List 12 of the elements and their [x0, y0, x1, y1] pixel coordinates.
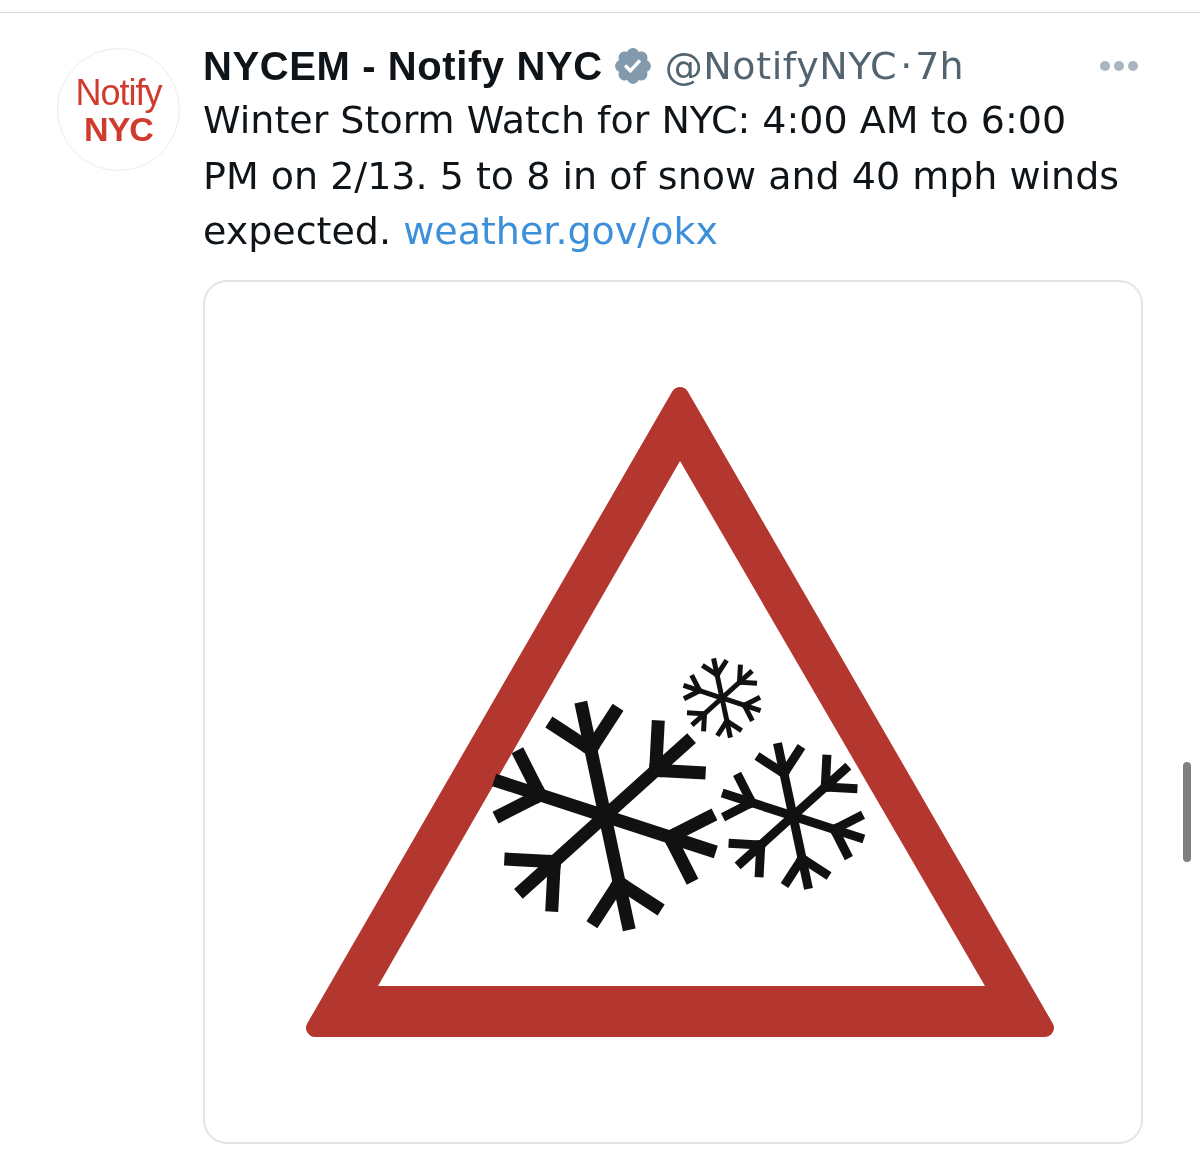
logo-text: Notify — [75, 73, 162, 112]
media-card[interactable] — [203, 279, 1143, 1144]
post-link[interactable]: weather.gov/okx — [403, 209, 718, 253]
snowflake-icon — [721, 742, 865, 889]
post-text: Winter Storm Watch for NYC: 4:00 AM to 6:00 PM on 2/13. 5 to 8 in of snow and 40 mph winds expected. weather.gov/okx — [203, 97, 1121, 255]
author-name[interactable]: NYCEM - Notify NYC — [203, 46, 603, 86]
author-handle[interactable]: @NotifyNYC — [664, 47, 898, 85]
scrollbar-thumb[interactable] — [1183, 762, 1191, 862]
more-icon — [1100, 61, 1138, 71]
avatar[interactable]: Notify NYC — [57, 48, 180, 171]
separator-dot: · — [900, 47, 913, 85]
post-time[interactable]: 7h — [915, 47, 964, 85]
